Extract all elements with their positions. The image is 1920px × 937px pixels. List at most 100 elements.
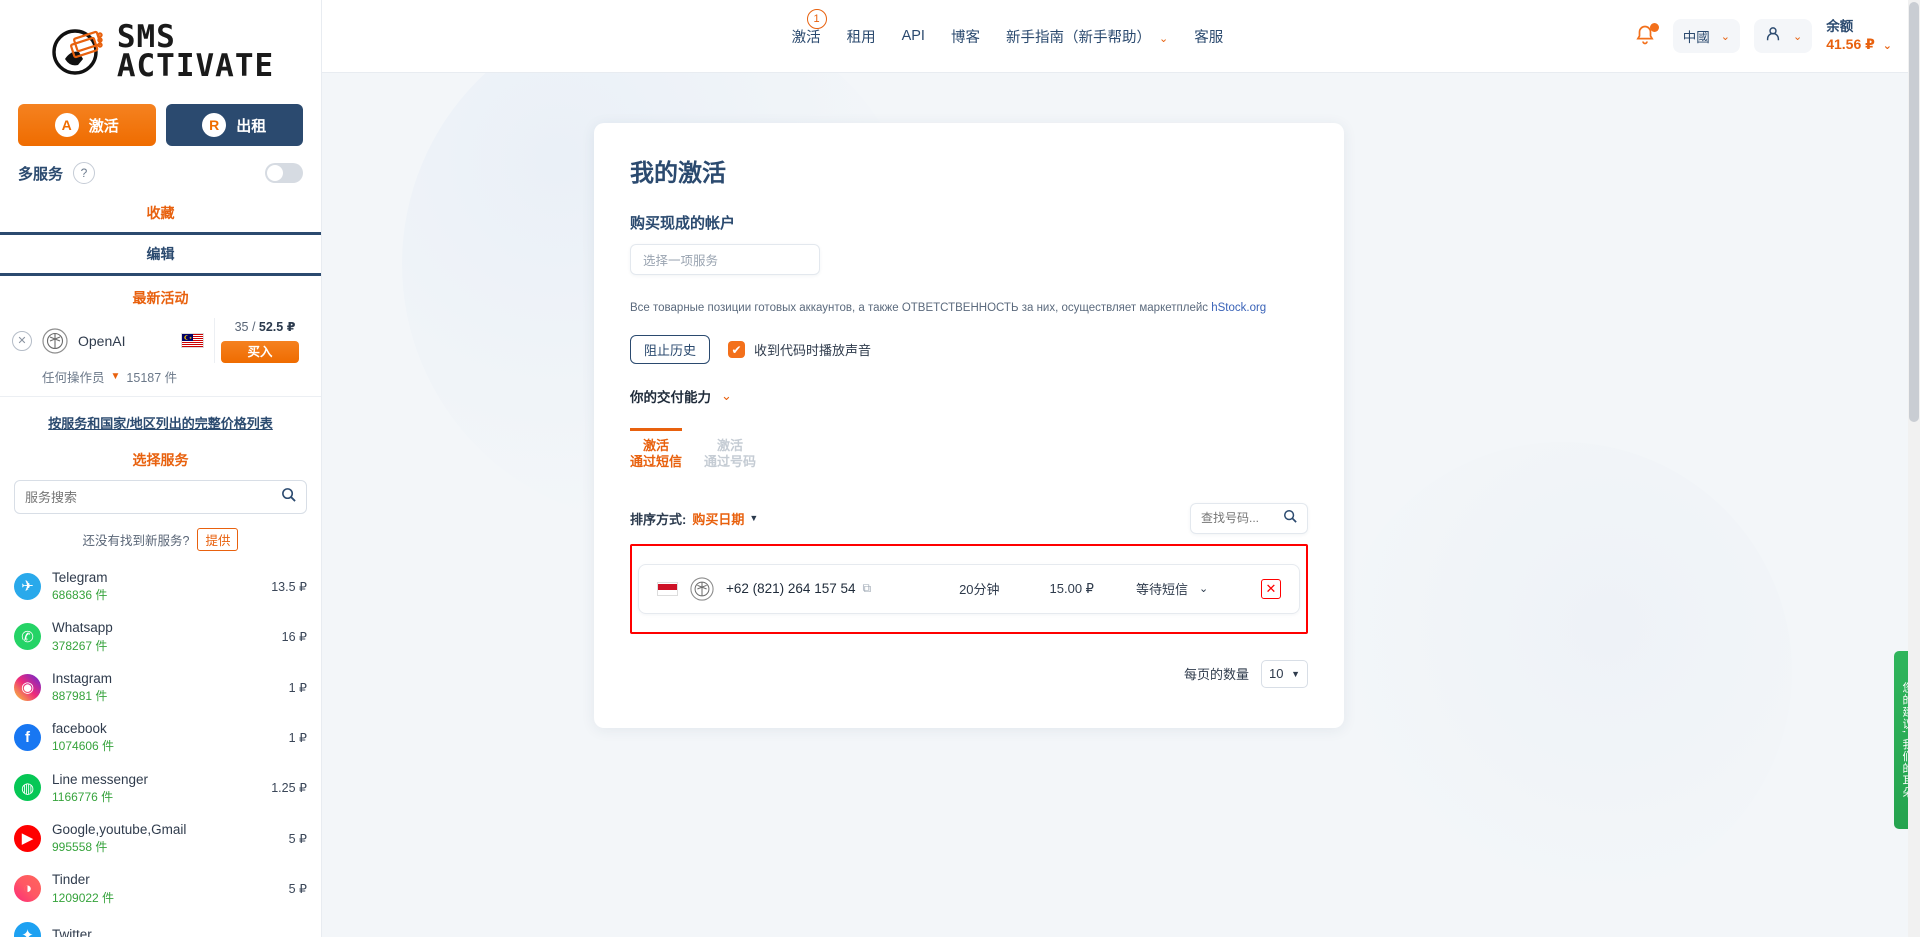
remove-icon[interactable]: ✕ bbox=[12, 330, 32, 351]
checkbox-checked-icon[interactable]: ✔ bbox=[728, 341, 746, 358]
tab-by-number[interactable]: 激活 通过号码 bbox=[704, 428, 756, 471]
balance-amount: 41.56 ₽ bbox=[1826, 35, 1875, 52]
number-search-input[interactable] bbox=[1201, 511, 1277, 525]
per-page-label: 每页的数量 bbox=[1183, 667, 1249, 682]
sidebar-tab-favorites[interactable]: 收藏 bbox=[0, 194, 321, 232]
whatsapp-icon: ✆ bbox=[14, 623, 41, 651]
list-item[interactable]: ◍ Line messenger 1166776 件 1.25 ₽ bbox=[0, 763, 321, 813]
service-name: facebook bbox=[52, 721, 107, 737]
chevron-down-icon: ⌄ bbox=[1198, 583, 1209, 595]
tab-line1: 激活 bbox=[717, 438, 744, 453]
activation-tabs: 激活 通过短信 激活 通过号码 bbox=[630, 428, 1308, 471]
list-item[interactable]: ✦ Twitter bbox=[0, 914, 321, 937]
buy-account-label: 购买现成的帐户 bbox=[630, 215, 736, 232]
service-price: 1 ₽ bbox=[288, 730, 307, 745]
nav-item-guide[interactable]: 新手指南（新手帮助） ⌄ bbox=[1006, 26, 1168, 47]
rent-mode-label: 出租 bbox=[236, 117, 267, 135]
disclaimer-body: Все товарные позиции готовых аккаунтов, … bbox=[630, 302, 1212, 314]
recent-operator-row[interactable]: 任何操作员 ▼ 15187 件 bbox=[0, 363, 321, 397]
sidebar-tab-edit[interactable]: 编辑 bbox=[0, 235, 321, 273]
search-input[interactable] bbox=[25, 489, 281, 505]
cancel-activation-button[interactable]: ✕ bbox=[1261, 578, 1281, 599]
list-item[interactable]: ◉ Instagram 887981 件 1 ₽ bbox=[0, 662, 321, 712]
nav-label: 新手指南（新手帮助） bbox=[1005, 29, 1151, 46]
activate-mode-label: 激活 bbox=[88, 117, 119, 135]
nav-item-blog[interactable]: 博客 bbox=[951, 26, 980, 47]
mode-button-group: A 激活 R 出租 bbox=[0, 104, 321, 146]
search-icon[interactable] bbox=[281, 487, 296, 507]
top-bar-right: 中國 ⌄ ⌄ 余额 41.56 ₽ ⌄ bbox=[1633, 19, 1920, 54]
recent-price: 52.5 ₽ bbox=[258, 320, 296, 334]
tab-line2: 通过短信 bbox=[630, 454, 683, 470]
chevron-down-icon: ⌄ bbox=[1793, 30, 1803, 43]
sidebar: SMS ACTIVATE A 激活 R 出租 多服务 ? 收藏 编辑 最新活动 bbox=[0, 0, 322, 937]
service-price: 1.25 ₽ bbox=[271, 781, 307, 796]
phone-number: +62 (821) 264 157 54 bbox=[726, 581, 856, 596]
status-cell[interactable]: 等待短信 ⌄ bbox=[1136, 579, 1208, 598]
highlight-box: +62 (821) 264 157 54 ⧉ 20分钟 15.00 ₽ 等待短信… bbox=[630, 543, 1308, 634]
balance-widget[interactable]: 余额 41.56 ₽ ⌄ bbox=[1826, 19, 1892, 54]
main-nav: 1 激活 租用 API 博客 新手指南（新手帮助） ⌄ 客服 bbox=[732, 8, 1223, 47]
multiservice-label: 多服务 bbox=[18, 165, 64, 183]
capability-row[interactable]: 你的交付能力 ⌄ bbox=[630, 386, 1308, 406]
per-page-row: 每页的数量 10 ▼ bbox=[630, 659, 1308, 688]
account-menu[interactable]: ⌄ bbox=[1754, 19, 1813, 53]
logo[interactable]: SMS ACTIVATE bbox=[0, 0, 321, 104]
disclaimer-text: Все товарные позиции готовых аккаунтов, … bbox=[630, 302, 1308, 314]
service-name: Instagram bbox=[52, 670, 113, 686]
controls-row: 阻止历史 ✔ 收到代码时播放声音 bbox=[630, 335, 1308, 364]
help-icon[interactable]: ? bbox=[73, 162, 96, 184]
activation-count-badge: 1 bbox=[806, 8, 827, 29]
nav-item-api[interactable]: API bbox=[902, 28, 925, 44]
nav-item-support[interactable]: 客服 bbox=[1194, 26, 1223, 47]
page-scrollbar[interactable] bbox=[1908, 0, 1920, 937]
sort-value[interactable]: 购买日期 bbox=[692, 509, 744, 528]
rent-mode-button[interactable]: R 出租 bbox=[165, 104, 303, 146]
country-selector[interactable]: 中國 ⌄ bbox=[1672, 19, 1740, 53]
chevron-down-icon: ▼ bbox=[110, 371, 121, 382]
full-price-list-link[interactable]: 按服务和国家/地区列出的完整价格列表 bbox=[0, 397, 321, 442]
scrollbar-thumb[interactable] bbox=[1909, 2, 1919, 422]
service-select[interactable]: 选择一项服务 bbox=[630, 244, 820, 275]
table-row[interactable]: +62 (821) 264 157 54 ⧉ 20分钟 15.00 ₽ 等待短信… bbox=[638, 563, 1300, 614]
nav-item-activations[interactable]: 1 激活 bbox=[791, 8, 827, 47]
service-price: 16 ₽ bbox=[281, 630, 307, 645]
openai-icon bbox=[690, 576, 714, 601]
multiservice-row: 多服务 ? bbox=[0, 146, 321, 194]
recent-operator: 任何操作员 bbox=[42, 371, 105, 385]
service-not-found-row: 还没有找到新服务? 提供 bbox=[0, 514, 321, 561]
copy-icon[interactable]: ⧉ bbox=[862, 581, 871, 596]
search-icon[interactable] bbox=[1283, 509, 1297, 528]
multiservice-toggle[interactable] bbox=[265, 163, 303, 183]
service-search-box[interactable] bbox=[14, 480, 307, 514]
service-count: 1166776 件 bbox=[52, 789, 114, 804]
list-item[interactable]: ▶ Google,youtube,Gmail 995558 件 5 ₽ bbox=[0, 813, 321, 863]
list-item[interactable]: ✆ Whatsapp 378267 件 16 ₽ bbox=[0, 611, 321, 661]
hstock-link[interactable]: hStock.org bbox=[1211, 302, 1266, 314]
svg-text:★: ★ bbox=[189, 336, 192, 340]
notifications-bell-icon[interactable] bbox=[1633, 23, 1659, 49]
tab-by-sms[interactable]: 激活 通过短信 bbox=[630, 428, 683, 471]
activate-mode-button[interactable]: A 激活 bbox=[18, 104, 156, 146]
list-item[interactable]: f facebook 1074606 件 1 ₽ bbox=[0, 712, 321, 762]
sound-checkbox-row[interactable]: ✔ 收到代码时播放声音 bbox=[728, 340, 871, 359]
service-name: Line messenger bbox=[52, 771, 149, 787]
tab-line2: 通过号码 bbox=[704, 454, 757, 470]
chevron-down-icon[interactable]: ▼ bbox=[749, 513, 758, 523]
block-history-button[interactable]: 阻止历史 bbox=[630, 335, 711, 364]
sort-label: 排序方式: bbox=[630, 511, 687, 527]
number-search-box[interactable] bbox=[1190, 502, 1308, 534]
recent-stock: 15187 件 bbox=[126, 371, 178, 385]
service-name: Tinder bbox=[52, 872, 90, 888]
notification-dot bbox=[1649, 23, 1659, 32]
buy-button[interactable]: 买入 bbox=[221, 341, 299, 363]
nav-label: 激活 bbox=[791, 29, 821, 46]
per-page-select[interactable]: 10 ▼ bbox=[1261, 659, 1308, 688]
nav-item-rent[interactable]: 租用 bbox=[847, 26, 876, 47]
status-label: 等待短信 bbox=[1135, 582, 1188, 597]
list-item[interactable]: ✈ Telegram 686836 件 13.5 ₽ bbox=[0, 561, 321, 611]
service-count: 1074606 件 bbox=[52, 739, 115, 754]
list-item[interactable]: ◑ Tinder 1209022 件 5 ₽ bbox=[0, 863, 321, 913]
chevron-down-icon: ⌄ bbox=[1158, 32, 1169, 45]
offer-service-button[interactable]: 提供 bbox=[197, 528, 239, 551]
